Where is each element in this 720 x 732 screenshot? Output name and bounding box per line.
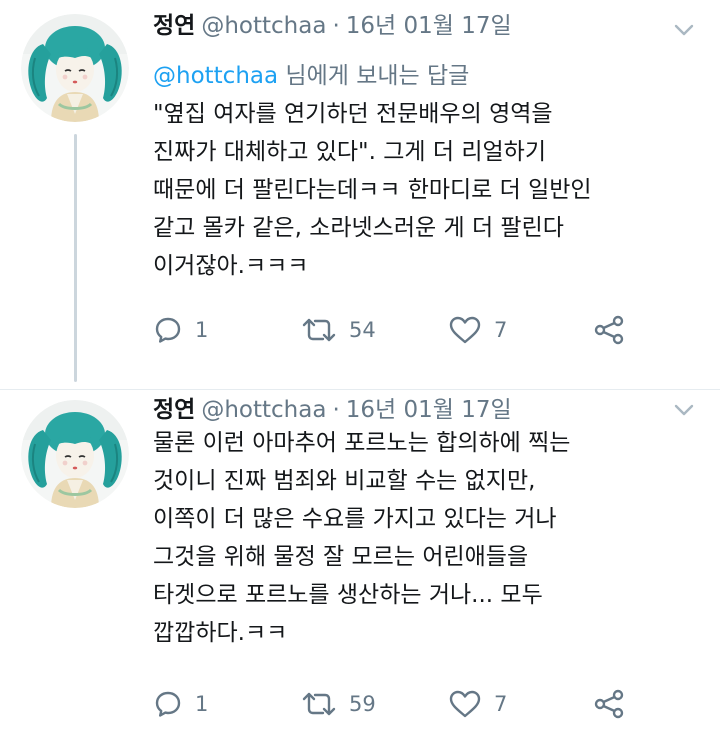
retweet-count: 54: [349, 318, 376, 342]
tweet-card[interactable]: 정연 @hottchaa · 16년 01월 17일 @hottchaa 님에게 보내…: [0, 0, 720, 390]
reply-context: @hottchaa 님에게 보내는 답글: [153, 56, 469, 90]
avatar[interactable]: [21, 14, 129, 122]
chevron-down-icon[interactable]: [670, 400, 698, 420]
reply-count: 1: [195, 318, 209, 342]
tweet-text-line: 진짜가 대체하고 있다". 그게 더 리얼하기: [153, 139, 547, 165]
author-handle[interactable]: @hottchaa: [201, 13, 326, 39]
tweet-date[interactable]: 16년 01월 17일: [346, 13, 512, 39]
tweet-actions: 1 59 7: [153, 686, 653, 722]
heart-icon: [448, 315, 482, 345]
tweet-text-line: "옆집 여자를 연기하던 전문배우의 영역을: [153, 101, 553, 127]
avatar[interactable]: [21, 400, 129, 508]
tweet-date[interactable]: 16년 01월 17일: [346, 397, 512, 423]
tweet-text-line: 때문에 더 팔린다는데ㅋㅋ 한마디로 더 일반인: [153, 177, 592, 203]
tweet-text-line: 그것을 위해 물정 잘 모르는 어린애들을: [153, 544, 529, 570]
tweet-text: "옆집 여자를 연기하던 전문배우의 영역을 진짜가 대체하고 있다". 그게 …: [153, 95, 713, 285]
reply-context-label: 님에게 보내는 답글: [278, 63, 470, 89]
tweet-text-line: 물론 이런 아마추어 포르노는 합의하에 찍는: [153, 430, 571, 456]
like-count: 7: [494, 318, 508, 342]
thread-connector-line: [74, 134, 77, 382]
tweet-text-line: 타겟으로 포르노를 생산하는 거나... 모두: [153, 582, 543, 608]
retweet-button[interactable]: 59: [301, 686, 376, 722]
reply-button[interactable]: 1: [153, 686, 208, 722]
tweet-text-line: 깝깝하다.ㅋㅋ: [153, 620, 288, 646]
author-handle[interactable]: @hottchaa: [201, 397, 326, 423]
retweet-count: 59: [349, 692, 376, 716]
share-icon: [593, 314, 625, 346]
separator-dot: ·: [332, 13, 340, 39]
tweet-text-line: 같고 몰카 같은, 소라넷스러운 게 더 팔린다: [153, 215, 564, 241]
tweet-actions: 1 54 7: [153, 312, 653, 348]
retweet-icon: [301, 315, 337, 345]
like-button[interactable]: 7: [448, 312, 507, 348]
share-button[interactable]: [593, 686, 625, 722]
reply-button[interactable]: 1: [153, 312, 208, 348]
retweet-icon: [301, 689, 337, 719]
tweet-text: 물론 이런 아마추어 포르노는 합의하에 찍는 것이니 진짜 범죄와 비교할 수…: [153, 424, 713, 652]
like-button[interactable]: 7: [448, 686, 507, 722]
chevron-down-icon[interactable]: [670, 20, 698, 40]
retweet-button[interactable]: 54: [301, 312, 376, 348]
author-name[interactable]: 정연: [153, 13, 195, 39]
author-name[interactable]: 정연: [153, 397, 195, 423]
reply-icon: [153, 315, 183, 345]
tweet-text-line: 것이니 진짜 범죄와 비교할 수는 없지만,: [153, 468, 536, 494]
like-count: 7: [494, 692, 508, 716]
heart-icon: [448, 689, 482, 719]
reply-icon: [153, 689, 183, 719]
share-button[interactable]: [593, 312, 625, 348]
tweet-header: 정연 @hottchaa · 16년 01월 17일: [153, 6, 512, 40]
reply-mention-link[interactable]: @hottchaa: [153, 63, 278, 89]
tweet-text-line: 이거잖아.ㅋㅋㅋ: [153, 253, 309, 279]
tweet-card[interactable]: 정연 @hottchaa · 16년 01월 17일 물론 이런 아마추어 포르노는 …: [0, 390, 720, 732]
separator-dot: ·: [332, 397, 340, 423]
tweet-text-line: 이쪽이 더 많은 수요를 가지고 있다는 거나: [153, 506, 557, 532]
tweet-header: 정연 @hottchaa · 16년 01월 17일: [153, 390, 512, 424]
reply-count: 1: [195, 692, 209, 716]
share-icon: [593, 688, 625, 720]
